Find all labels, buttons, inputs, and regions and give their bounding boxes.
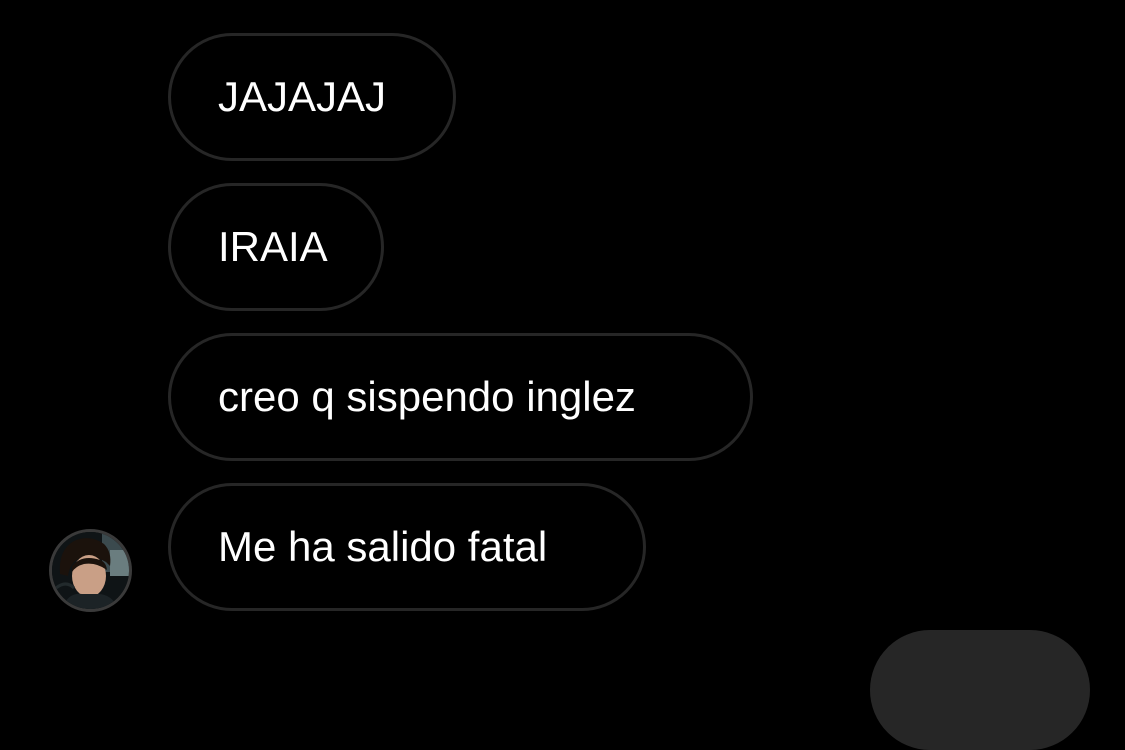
sender-avatar[interactable]: [49, 529, 132, 612]
message-bubble[interactable]: IRAIA: [168, 183, 384, 311]
message-bubble[interactable]: creo q sispendo inglez: [168, 333, 753, 461]
outgoing-message-bubble[interactable]: [870, 630, 1090, 750]
message-bubble[interactable]: JAJAJAJ: [168, 33, 456, 161]
profile-photo-icon: [52, 532, 129, 609]
message-bubble[interactable]: Me ha salido fatal: [168, 483, 646, 611]
